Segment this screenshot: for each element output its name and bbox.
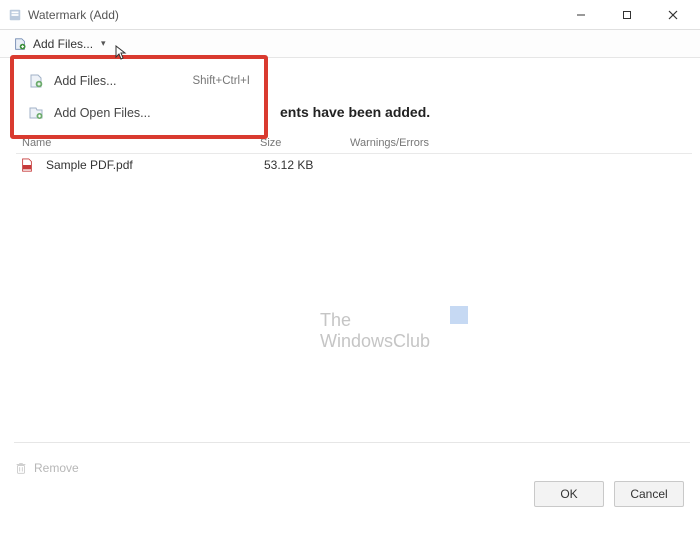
dropdown-item-add-open-files[interactable]: Add Open Files... <box>14 97 264 129</box>
cancel-button[interactable]: Cancel <box>614 481 684 507</box>
titlebar: Watermark (Add) <box>0 0 700 30</box>
add-file-icon <box>13 37 27 51</box>
instruction-text: ents have been added. <box>280 104 430 120</box>
add-files-dropdown: Add Files... Shift+Ctrl+I Add Open Files… <box>10 55 268 139</box>
maximize-button[interactable] <box>604 0 650 30</box>
trash-icon <box>14 461 28 475</box>
close-button[interactable] <box>650 0 696 30</box>
remove-label: Remove <box>34 461 79 475</box>
column-header-size[interactable]: Size <box>260 137 350 149</box>
add-file-icon <box>28 73 44 89</box>
remove-button[interactable]: Remove <box>14 461 79 475</box>
column-header-errors[interactable]: Warnings/Errors <box>350 137 692 149</box>
table-row[interactable]: Sample PDF.pdf 53.12 KB <box>16 154 692 176</box>
file-size-cell: 53.12 KB <box>264 158 354 172</box>
ok-button[interactable]: OK <box>534 481 604 507</box>
file-name-cell: Sample PDF.pdf <box>40 158 264 172</box>
dropdown-item-label: Add Files... <box>54 74 182 88</box>
window-controls <box>558 0 696 30</box>
toolbar: Add Files... ▾ <box>0 30 700 58</box>
chevron-down-icon: ▾ <box>101 38 106 49</box>
pdf-icon <box>20 158 34 172</box>
dropdown-item-shortcut: Shift+Ctrl+I <box>192 75 250 87</box>
separator <box>14 442 690 443</box>
window-title: Watermark (Add) <box>28 8 558 22</box>
file-table-body: Sample PDF.pdf 53.12 KB <box>16 154 692 441</box>
app-icon <box>8 8 22 22</box>
add-files-toolbar-button[interactable]: Add Files... ▾ <box>6 34 113 54</box>
add-files-toolbar-label: Add Files... <box>33 37 93 51</box>
minimize-button[interactable] <box>558 0 604 30</box>
dialog-buttons: OK Cancel <box>534 481 684 507</box>
add-open-file-icon <box>28 105 44 121</box>
dropdown-item-add-files[interactable]: Add Files... Shift+Ctrl+I <box>14 65 264 97</box>
dropdown-item-label: Add Open Files... <box>54 106 250 120</box>
